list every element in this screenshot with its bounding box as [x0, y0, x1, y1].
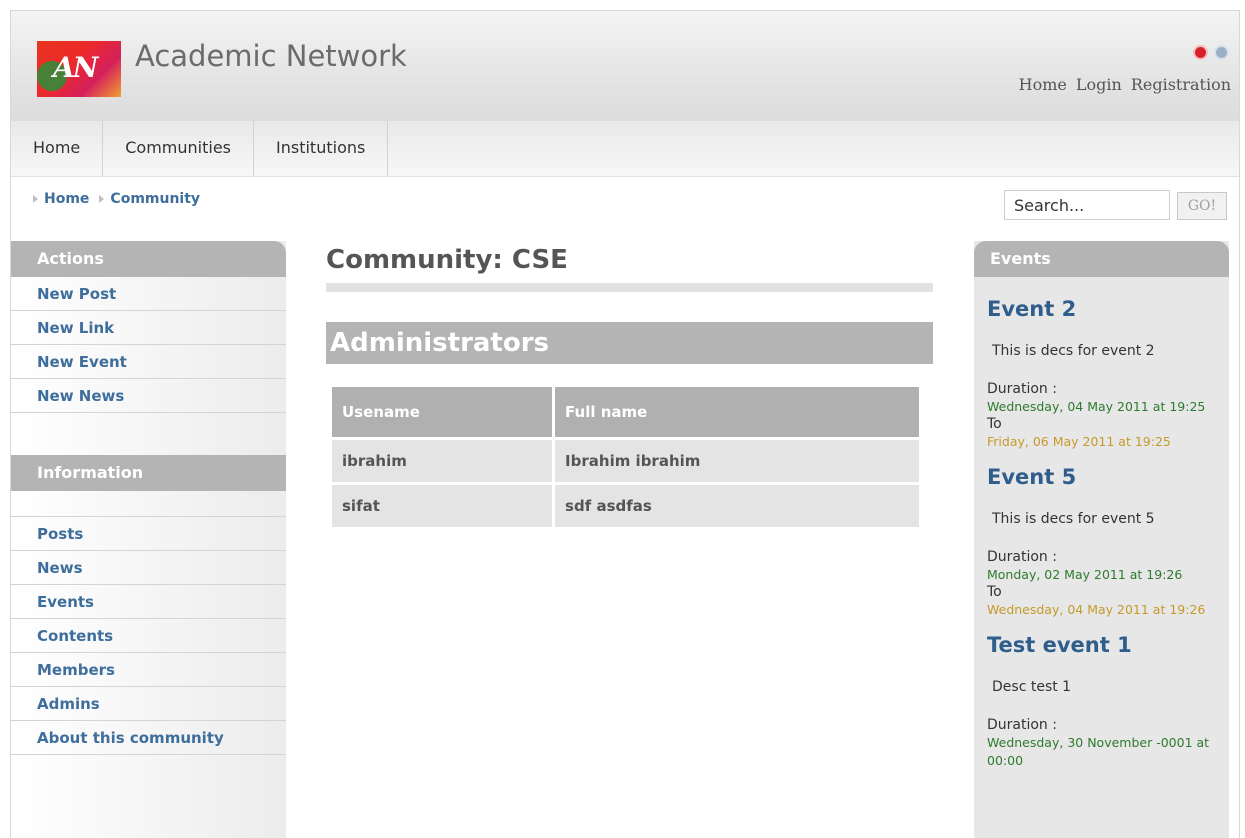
event-start: Wednesday, 04 May 2011 at 19:25 [987, 399, 1206, 414]
event-duration-label: Duration : [987, 549, 1057, 565]
administrators-table: Usename Full name ibrahim Ibrahim ibrahi… [329, 384, 922, 530]
sidebar-item-events[interactable]: Events [11, 585, 286, 619]
event-start: Wednesday, 30 November -0001 at 00:00 [987, 735, 1210, 768]
table-cell-fullname: sdf asdfas [555, 485, 919, 527]
event-item: Test event 1 Desc test 1 Duration : Wedn… [974, 633, 1229, 770]
breadcrumb-arrow-icon [33, 195, 38, 203]
main-content: Community: CSE Administrators Usename Fu… [326, 241, 933, 530]
column-header-username: Usename [332, 387, 553, 437]
sidebar-item-new-event[interactable]: New Event [11, 345, 286, 379]
main-nav: Home Communities Institutions [11, 121, 1239, 177]
sidebar-item-about[interactable]: About this community [11, 721, 286, 755]
search-go-button[interactable]: GO! [1177, 192, 1227, 220]
information-heading: Information [11, 455, 286, 491]
event-desc: This is decs for event 2 [992, 343, 1155, 359]
site-title: Academic Network [135, 39, 407, 73]
event-end: Wednesday, 04 May 2011 at 19:26 [987, 602, 1206, 617]
sidebar-item-admins[interactable]: Admins [11, 687, 286, 721]
table-header-row: Usename Full name [332, 387, 919, 437]
event-item: Event 5 This is decs for event 5 Duratio… [974, 465, 1229, 619]
breadcrumb-arrow-icon [99, 195, 105, 203]
event-end: Friday, 06 May 2011 at 19:25 [987, 434, 1171, 449]
globe-icon[interactable] [1214, 45, 1229, 60]
search-input[interactable] [1004, 190, 1170, 220]
events-heading: Events [974, 241, 1229, 277]
site-header: AN Academic Network Home Login Registrat… [11, 11, 1239, 121]
nav-tab-home[interactable]: Home [11, 121, 104, 177]
top-link-home[interactable]: Home [1019, 75, 1067, 94]
table-cell-fullname: Ibrahim ibrahim [555, 440, 919, 482]
sidebar-item-new-link[interactable]: New Link [11, 311, 286, 345]
nav-tab-institutions[interactable]: Institutions [254, 121, 389, 177]
left-sidebar: Actions New Post New Link New Event New … [11, 241, 286, 838]
breadcrumb-community[interactable]: Community [110, 191, 200, 207]
page: AN Academic Network Home Login Registrat… [10, 10, 1240, 838]
sidebar-item-posts[interactable]: Posts [11, 517, 286, 551]
event-duration-label: Duration : [987, 381, 1057, 397]
sidebar-item-new-news[interactable]: New News [11, 379, 286, 413]
top-link-registration[interactable]: Registration [1131, 75, 1231, 94]
title-divider [326, 283, 933, 292]
breadcrumb: Home Community [33, 191, 200, 207]
sidebar-blank-row [11, 491, 286, 517]
event-title[interactable]: Event 5 [987, 465, 1219, 489]
clock-icon[interactable] [1193, 45, 1208, 60]
event-start: Monday, 02 May 2011 at 19:26 [987, 567, 1183, 582]
event-desc: Desc test 1 [992, 679, 1072, 695]
sidebar-item-members[interactable]: Members [11, 653, 286, 687]
actions-heading: Actions [11, 241, 286, 277]
sidebar-item-new-post[interactable]: New Post [11, 277, 286, 311]
header-icons [1193, 45, 1229, 60]
top-link-login[interactable]: Login [1076, 75, 1122, 94]
sidebar-item-news[interactable]: News [11, 551, 286, 585]
section-heading: Administrators [326, 322, 933, 364]
table-row: sifat sdf asdfas [332, 485, 919, 527]
table-row: ibrahim Ibrahim ibrahim [332, 440, 919, 482]
sidebar-item-contents[interactable]: Contents [11, 619, 286, 653]
top-links: Home Login Registration [1019, 75, 1231, 94]
table-cell-username: ibrahim [332, 440, 553, 482]
logo-text: AN [53, 51, 98, 84]
event-desc: This is decs for event 5 [992, 511, 1155, 527]
event-title[interactable]: Event 2 [987, 297, 1219, 321]
events-sidebar: Events Event 2 This is decs for event 2 … [974, 241, 1229, 838]
event-duration-label: Duration : [987, 717, 1057, 733]
event-title[interactable]: Test event 1 [987, 633, 1219, 657]
site-logo[interactable]: AN [37, 41, 121, 97]
event-to-label: To [987, 416, 1002, 432]
page-title: Community: CSE [326, 245, 568, 275]
event-item: Event 2 This is decs for event 2 Duratio… [974, 297, 1229, 451]
breadcrumb-home[interactable]: Home [44, 191, 89, 207]
table-cell-username: sifat [332, 485, 553, 527]
event-to-label: To [987, 584, 1002, 600]
nav-tab-communities[interactable]: Communities [103, 121, 255, 177]
column-header-fullname: Full name [555, 387, 919, 437]
